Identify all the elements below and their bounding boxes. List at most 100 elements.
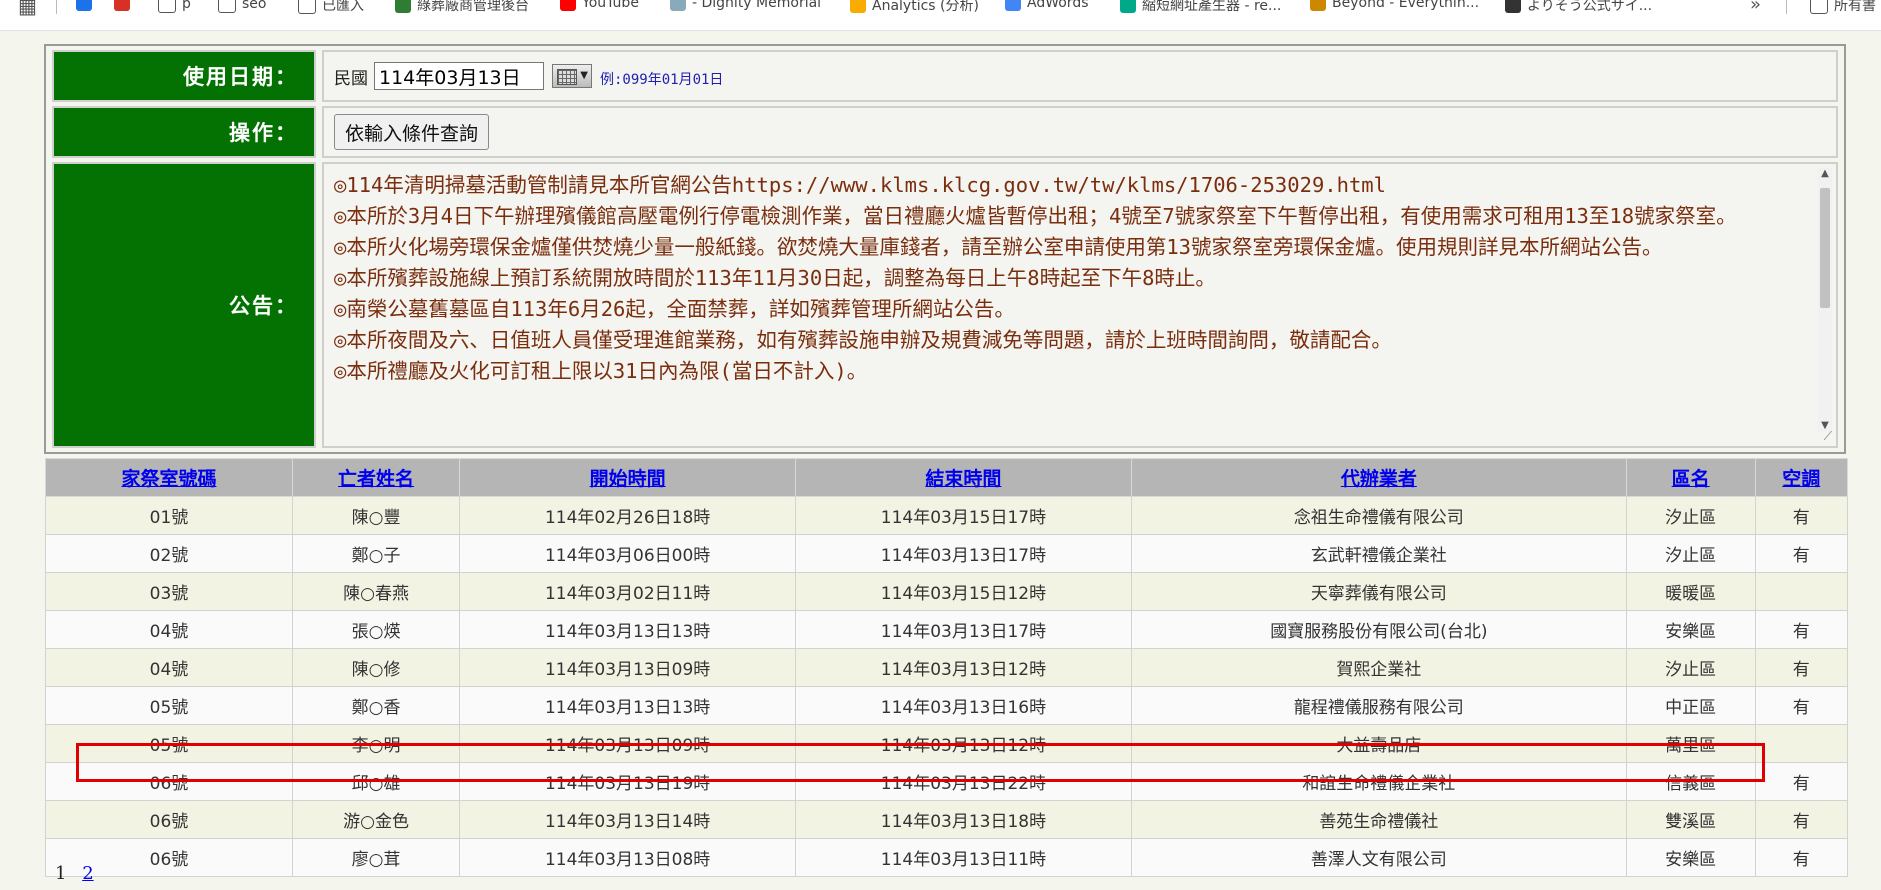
sort-link[interactable]: 家祭室號碼 bbox=[121, 468, 216, 490]
start-time-cell: 114年03月13日09時 bbox=[459, 648, 797, 687]
sort-link[interactable]: 代辦業者 bbox=[1341, 468, 1417, 490]
apps-grid-icon[interactable]: ▦ bbox=[18, 0, 37, 18]
bookmarks-overflow-icon[interactable]: » bbox=[1750, 0, 1761, 15]
aircon-cell: 有 bbox=[1754, 648, 1848, 687]
deceased-name-cell: 邱○雄 bbox=[291, 762, 461, 801]
start-time-cell: 114年03月13日09時 bbox=[459, 724, 797, 763]
sort-link[interactable]: 空調 bbox=[1782, 468, 1820, 490]
district-cell: 信義區 bbox=[1625, 762, 1756, 801]
bookmark-item[interactable]: p bbox=[158, 0, 191, 13]
bookmark-label: 綠葬廠商管理後台 bbox=[417, 0, 529, 14]
room-number-cell: 06號 bbox=[45, 800, 293, 839]
district-cell: 汐止區 bbox=[1625, 496, 1756, 535]
notice-text: ◎114年清明掃墓活動管制請見本所官網公告https://www.klms.kl… bbox=[334, 170, 1826, 442]
table-row: 04號 張○煐 114年03月13日13時 114年03月13日17時 國寶服務股份有限… bbox=[45, 610, 1848, 649]
bookmark-item[interactable]: AdWords bbox=[1005, 0, 1089, 11]
bookmark-label: Beyond - Everythin... bbox=[1332, 0, 1480, 11]
bookmark-item[interactable]: Analytics (分析) bbox=[850, 0, 979, 15]
bookmark-item[interactable] bbox=[114, 0, 136, 11]
agent-cell: 善苑生命禮儀社 bbox=[1130, 800, 1627, 839]
deceased-name-cell: 陳○修 bbox=[291, 648, 461, 687]
bookmark-divider bbox=[1786, 0, 1787, 14]
agent-cell: 玄武軒禮儀企業社 bbox=[1130, 534, 1627, 573]
deceased-name-cell: 廖○茸 bbox=[291, 838, 461, 877]
bookmark-item[interactable]: よりそう公式サイ... bbox=[1505, 0, 1652, 15]
bookmark-item[interactable]: Beyond - Everythin... bbox=[1310, 0, 1479, 11]
bookmarks-bar: ▦ p seo 已匯入 綠葬廠商管理後台 YouTube - Dignity Memori… bbox=[0, 0, 1881, 31]
aircon-cell: 有 bbox=[1754, 534, 1848, 573]
notice-row: 公告： ◎114年清明掃墓活動管制請見本所官網公告https://www.klm… bbox=[52, 162, 1838, 448]
deceased-name-cell: 鄭○香 bbox=[291, 686, 461, 725]
query-button[interactable]: 依輸入條件查詢 bbox=[334, 114, 490, 150]
district-cell: 萬里區 bbox=[1625, 724, 1756, 763]
agent-cell: 國寶服務股份有限公司(台北) bbox=[1130, 610, 1627, 649]
room-number-cell: 02號 bbox=[45, 534, 293, 573]
sort-link[interactable]: 開始時間 bbox=[590, 468, 666, 490]
sort-link[interactable]: 結束時間 bbox=[925, 468, 1001, 490]
page-link-2[interactable]: 2 bbox=[82, 863, 93, 884]
deceased-name-cell: 鄭○子 bbox=[291, 534, 461, 573]
table-row: 04號 陳○修 114年03月13日09時 114年03月13日12時 賀熙企業社 汐止區… bbox=[45, 648, 1848, 687]
start-time-cell: 114年03月06日00時 bbox=[459, 534, 797, 573]
bookmark-item[interactable]: seo bbox=[218, 0, 266, 13]
bookmark-label: p bbox=[182, 0, 191, 12]
notice-item: ◎本所於3月4日下午辦理殯儀館高壓電例行停電檢測作業，當日禮廳火爐皆暫停出租；4… bbox=[334, 204, 1737, 228]
bookmark-item[interactable]: 綠葬廠商管理後台 bbox=[395, 0, 529, 15]
aircon-cell bbox=[1754, 724, 1848, 763]
resize-grip-icon[interactable]: ⟋ bbox=[1824, 429, 1832, 444]
aircon-cell: 有 bbox=[1754, 838, 1848, 877]
aircon-cell: 有 bbox=[1754, 800, 1848, 839]
bookmark-item[interactable]: - Dignity Memorial bbox=[670, 0, 821, 11]
bookmark-label: - Dignity Memorial bbox=[692, 0, 822, 11]
deceased-name-cell: 游○金色 bbox=[291, 800, 461, 839]
bookmark-divider bbox=[56, 0, 57, 14]
table-body: 01號 陳○豐 114年02月26日18時 114年03月15日17時 念祖生命禮儀有限… bbox=[45, 496, 1848, 877]
notice-item: ◎南榮公墓舊墓區自113年6月26起，全面禁葬，詳如殯葬管理所網站公告。 bbox=[334, 297, 1015, 321]
action-label: 操作： bbox=[52, 106, 316, 158]
current-page: 1 bbox=[55, 863, 67, 884]
notice-textarea[interactable]: ◎114年清明掃墓活動管制請見本所官網公告https://www.klms.kl… bbox=[322, 162, 1838, 448]
date-row: 使用日期： 民國 ▼ 例:099年01月01日 bbox=[52, 50, 1838, 102]
folder-icon bbox=[218, 0, 236, 13]
date-input[interactable] bbox=[374, 62, 544, 90]
deceased-name-cell: 陳○春燕 bbox=[291, 572, 461, 611]
room-number-cell: 03號 bbox=[45, 572, 293, 611]
room-number-cell: 06號 bbox=[45, 762, 293, 801]
bookmark-item[interactable]: 所有書 bbox=[1810, 0, 1876, 15]
bookmark-item[interactable]: 縮短網址產生器 - re... bbox=[1120, 0, 1281, 15]
agent-cell: 念祖生命禮儀有限公司 bbox=[1130, 496, 1627, 535]
site-icon bbox=[1505, 0, 1521, 13]
notice-item: ◎本所夜間及六、日值班人員僅受理進館業務，如有殯葬設施申辦及規費減免等問題，請於… bbox=[334, 328, 1392, 352]
end-time-cell: 114年03月13日12時 bbox=[795, 648, 1132, 687]
site-icon bbox=[670, 0, 686, 11]
start-time-cell: 114年03月02日11時 bbox=[459, 572, 797, 611]
room-number-cell: 04號 bbox=[45, 648, 293, 687]
folder-icon bbox=[1810, 0, 1828, 14]
notice-item: ◎本所火化場旁環保金爐僅供焚燒少量一般紙錢。欲焚燒大量庫錢者，請至辦公室申請使用… bbox=[334, 235, 1663, 259]
district-cell: 汐止區 bbox=[1625, 648, 1756, 687]
youtube-icon bbox=[560, 0, 576, 11]
bookmark-item[interactable]: YouTube bbox=[560, 0, 639, 11]
bookmark-label: AdWords bbox=[1027, 0, 1089, 11]
deceased-name-cell: 陳○豐 bbox=[291, 496, 461, 535]
pagination: 1 2 bbox=[55, 863, 94, 884]
calendar-picker-button[interactable]: ▼ bbox=[552, 64, 592, 88]
bookmark-item[interactable] bbox=[76, 0, 98, 11]
agent-cell: 龍程禮儀服務有限公司 bbox=[1130, 686, 1627, 725]
end-time-cell: 114年03月13日17時 bbox=[795, 610, 1132, 649]
notice-scrollbar[interactable]: ▲ ▼ bbox=[1818, 168, 1832, 432]
table-row: 06號 廖○茸 114年03月13日08時 114年03月13日11時 善澤人文有限公司… bbox=[45, 838, 1848, 877]
bookmark-label: Analytics (分析) bbox=[872, 0, 979, 14]
end-time-cell: 114年03月13日22時 bbox=[795, 762, 1132, 801]
folder-icon bbox=[158, 0, 176, 13]
sort-link[interactable]: 區名 bbox=[1672, 468, 1710, 490]
notice-label: 公告： bbox=[52, 162, 316, 448]
room-number-cell: 05號 bbox=[45, 686, 293, 725]
bookmark-item[interactable]: 已匯入 bbox=[298, 0, 364, 15]
scroll-up-icon[interactable]: ▲ bbox=[1818, 168, 1832, 180]
start-time-cell: 114年02月26日18時 bbox=[459, 496, 797, 535]
sort-link[interactable]: 亡者姓名 bbox=[338, 468, 414, 490]
scroll-thumb[interactable] bbox=[1820, 188, 1830, 308]
room-number-header: 家祭室號碼 bbox=[45, 458, 293, 497]
bookmark-label: 所有書 bbox=[1834, 0, 1876, 14]
